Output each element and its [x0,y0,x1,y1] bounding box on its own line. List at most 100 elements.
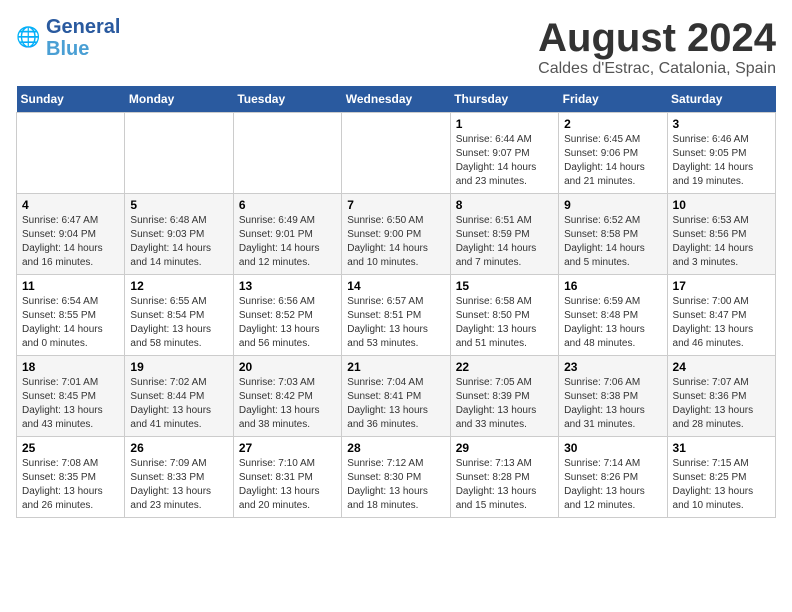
daylight-text: Daylight: 14 hours and 5 minutes. [564,243,645,268]
calendar-cell [17,113,125,194]
daylight-text: Daylight: 13 hours and 53 minutes. [347,324,428,349]
day-number: 19 [130,360,227,374]
daylight-text: Daylight: 14 hours and 21 minutes. [564,162,645,187]
calendar-cell: 2Sunrise: 6:45 AMSunset: 9:06 PMDaylight… [559,113,667,194]
daylight-text: Daylight: 13 hours and 18 minutes. [347,486,428,511]
sunrise-text: Sunrise: 7:14 AM [564,458,640,469]
day-info: Sunrise: 7:12 AM Sunset: 8:30 PM Daylight:… [347,457,444,513]
day-info: Sunrise: 6:57 AMSunset: 8:51 PMDaylight:… [347,295,444,351]
sunset-text: Sunset: 8:31 PM [239,472,313,483]
sunrise-text: Sunrise: 6:45 AM [564,134,640,145]
weekday-header-saturday: Saturday [667,86,775,113]
sunset-text: Sunset: 8:36 PM [673,391,747,402]
day-info: Sunrise: 7:14 AMSunset: 8:26 PMDaylight:… [564,457,661,513]
sunset-text: Sunset: 8:38 PM [564,391,638,402]
calendar-cell: 26Sunrise: 7:09 AMSunset: 8:33 PMDayligh… [125,437,233,518]
logo-general: General [46,16,120,38]
calendar-cell: 7Sunrise: 6:50 AMSunset: 9:00 PMDaylight… [342,194,450,275]
day-info: Sunrise: 6:46 AMSunset: 9:05 PMDaylight:… [673,133,770,189]
logo-blue: Blue [46,38,120,60]
calendar-cell: 21Sunrise: 7:04 AMSunset: 8:41 PMDayligh… [342,356,450,437]
sunrise-text: Sunrise: 6:51 AM [456,215,532,226]
calendar-cell: 8Sunrise: 6:51 AMSunset: 8:59 PMDaylight… [450,194,558,275]
day-number: 6 [239,198,336,212]
day-number: 29 [456,441,553,455]
day-number: 22 [456,360,553,374]
daylight-text: Daylight: 13 hours and 31 minutes. [564,405,645,430]
calendar-cell: 27Sunrise: 7:10 AMSunset: 8:31 PMDayligh… [233,437,341,518]
sunset-text: Sunset: 8:54 PM [130,310,204,321]
calendar-cell [233,113,341,194]
calendar-cell: 25Sunrise: 7:08 AMSunset: 8:35 PMDayligh… [17,437,125,518]
daylight-text: Daylight: 13 hours and 26 minutes. [22,486,103,511]
sunrise-text: Sunrise: 7:12 AM [347,458,423,469]
daylight-text: Daylight: 13 hours and 36 minutes. [347,405,428,430]
weekday-header-thursday: Thursday [450,86,558,113]
day-number: 16 [564,279,661,293]
sunset-text: Sunset: 8:28 PM [456,472,530,483]
calendar-cell: 28Sunrise: 7:12 AMSunset: 8:30 PMDayligh… [342,437,450,518]
sunrise-text: Sunrise: 7:01 AM [22,377,98,388]
day-info: Sunrise: 7:06 AMSunset: 8:38 PMDaylight:… [564,376,661,432]
sunrise-text: Sunrise: 6:48 AM [130,215,206,226]
day-number: 5 [130,198,227,212]
calendar-cell: 18Sunrise: 7:01 AMSunset: 8:45 PMDayligh… [17,356,125,437]
daylight-text: Daylight: 13 hours and 15 minutes. [456,486,537,511]
sunrise-text: Sunrise: 7:05 AM [456,377,532,388]
day-number: 15 [456,279,553,293]
calendar-cell: 31Sunrise: 7:15 AMSunset: 8:25 PMDayligh… [667,437,775,518]
month-title: August 2024 [538,16,776,60]
calendar-cell: 12Sunrise: 6:55 AMSunset: 8:54 PMDayligh… [125,275,233,356]
daylight-text: Daylight: 14 hours and 0 minutes. [22,324,103,349]
daylight-text: Daylight: 14 hours and 12 minutes. [239,243,320,268]
sunset-text: Sunset: 9:03 PM [130,229,204,240]
day-info: Sunrise: 6:48 AM Sunset: 9:03 PM Daylight:… [130,214,227,270]
sunrise-text: Sunrise: 6:46 AM [673,134,749,145]
sunset-text: Sunset: 8:48 PM [564,310,638,321]
sunset-text: Sunset: 8:33 PM [130,472,204,483]
sunrise-text: Sunrise: 6:53 AM [673,215,749,226]
calendar-cell: 22Sunrise: 7:05 AMSunset: 8:39 PMDayligh… [450,356,558,437]
sunset-text: Sunset: 8:39 PM [456,391,530,402]
sunrise-text: Sunrise: 6:47 AM [22,215,98,226]
calendar-table: SundayMondayTuesdayWednesdayThursdayFrid… [16,86,776,518]
calendar-cell: 4Sunrise: 6:47 AMSunset: 9:04 PMDaylight… [17,194,125,275]
sunrise-text: Sunrise: 6:44 AM [456,134,532,145]
weekday-header-friday: Friday [559,86,667,113]
day-number: 17 [673,279,770,293]
daylight-text: Daylight: 13 hours and 43 minutes. [22,405,103,430]
weekday-header-monday: Monday [125,86,233,113]
sunset-text: Sunset: 8:42 PM [239,391,313,402]
day-info: Sunrise: 7:00 AMSunset: 8:47 PMDaylight:… [673,295,770,351]
day-number: 11 [22,279,119,293]
sunset-text: Sunset: 8:30 PM [347,472,421,483]
day-number: 26 [130,441,227,455]
sunset-text: Sunset: 9:04 PM [22,229,96,240]
calendar-cell: 11Sunrise: 6:54 AMSunset: 8:55 PMDayligh… [17,275,125,356]
day-info: Sunrise: 6:44 AMSunset: 9:07 PMDaylight:… [456,133,553,189]
day-info: Sunrise: 6:55 AMSunset: 8:54 PMDaylight:… [130,295,227,351]
sunset-text: Sunset: 8:55 PM [22,310,96,321]
day-number: 25 [22,441,119,455]
calendar-week-4: 18Sunrise: 7:01 AMSunset: 8:45 PMDayligh… [17,356,776,437]
sunset-text: Sunset: 8:35 PM [22,472,96,483]
calendar-cell: 1 Sunrise: 6:44 AMSunset: 9:07 PMDaylight… [450,113,558,194]
day-info: Sunrise: 6:45 AM Sunset: 9:06 PM Daylight:… [564,133,661,189]
day-info: Sunrise: 6:56 AMSunset: 8:52 PMDaylight:… [239,295,336,351]
weekday-header-sunday: Sunday [17,86,125,113]
daylight-text: Daylight: 13 hours and 51 minutes. [456,324,537,349]
calendar-week-3: 11Sunrise: 6:54 AMSunset: 8:55 PMDayligh… [17,275,776,356]
sunrise-text: Sunrise: 6:55 AM [130,296,206,307]
day-number: 9 [564,198,661,212]
daylight-text: Daylight: 14 hours and 14 minutes. [130,243,211,268]
daylight-text: Daylight: 13 hours and 56 minutes. [239,324,320,349]
daylight-text: Daylight: 13 hours and 28 minutes. [673,405,754,430]
day-number: 31 [673,441,770,455]
daylight-text: Daylight: 14 hours and 23 minutes. [456,162,537,187]
day-info: Sunrise: 7:13 AMSunset: 8:28 PMDaylight:… [456,457,553,513]
day-number: 23 [564,360,661,374]
day-number: 8 [456,198,553,212]
day-number: 1 [456,117,553,131]
sunset-text: Sunset: 8:25 PM [673,472,747,483]
sunset-text: Sunset: 9:06 PM [564,148,638,159]
